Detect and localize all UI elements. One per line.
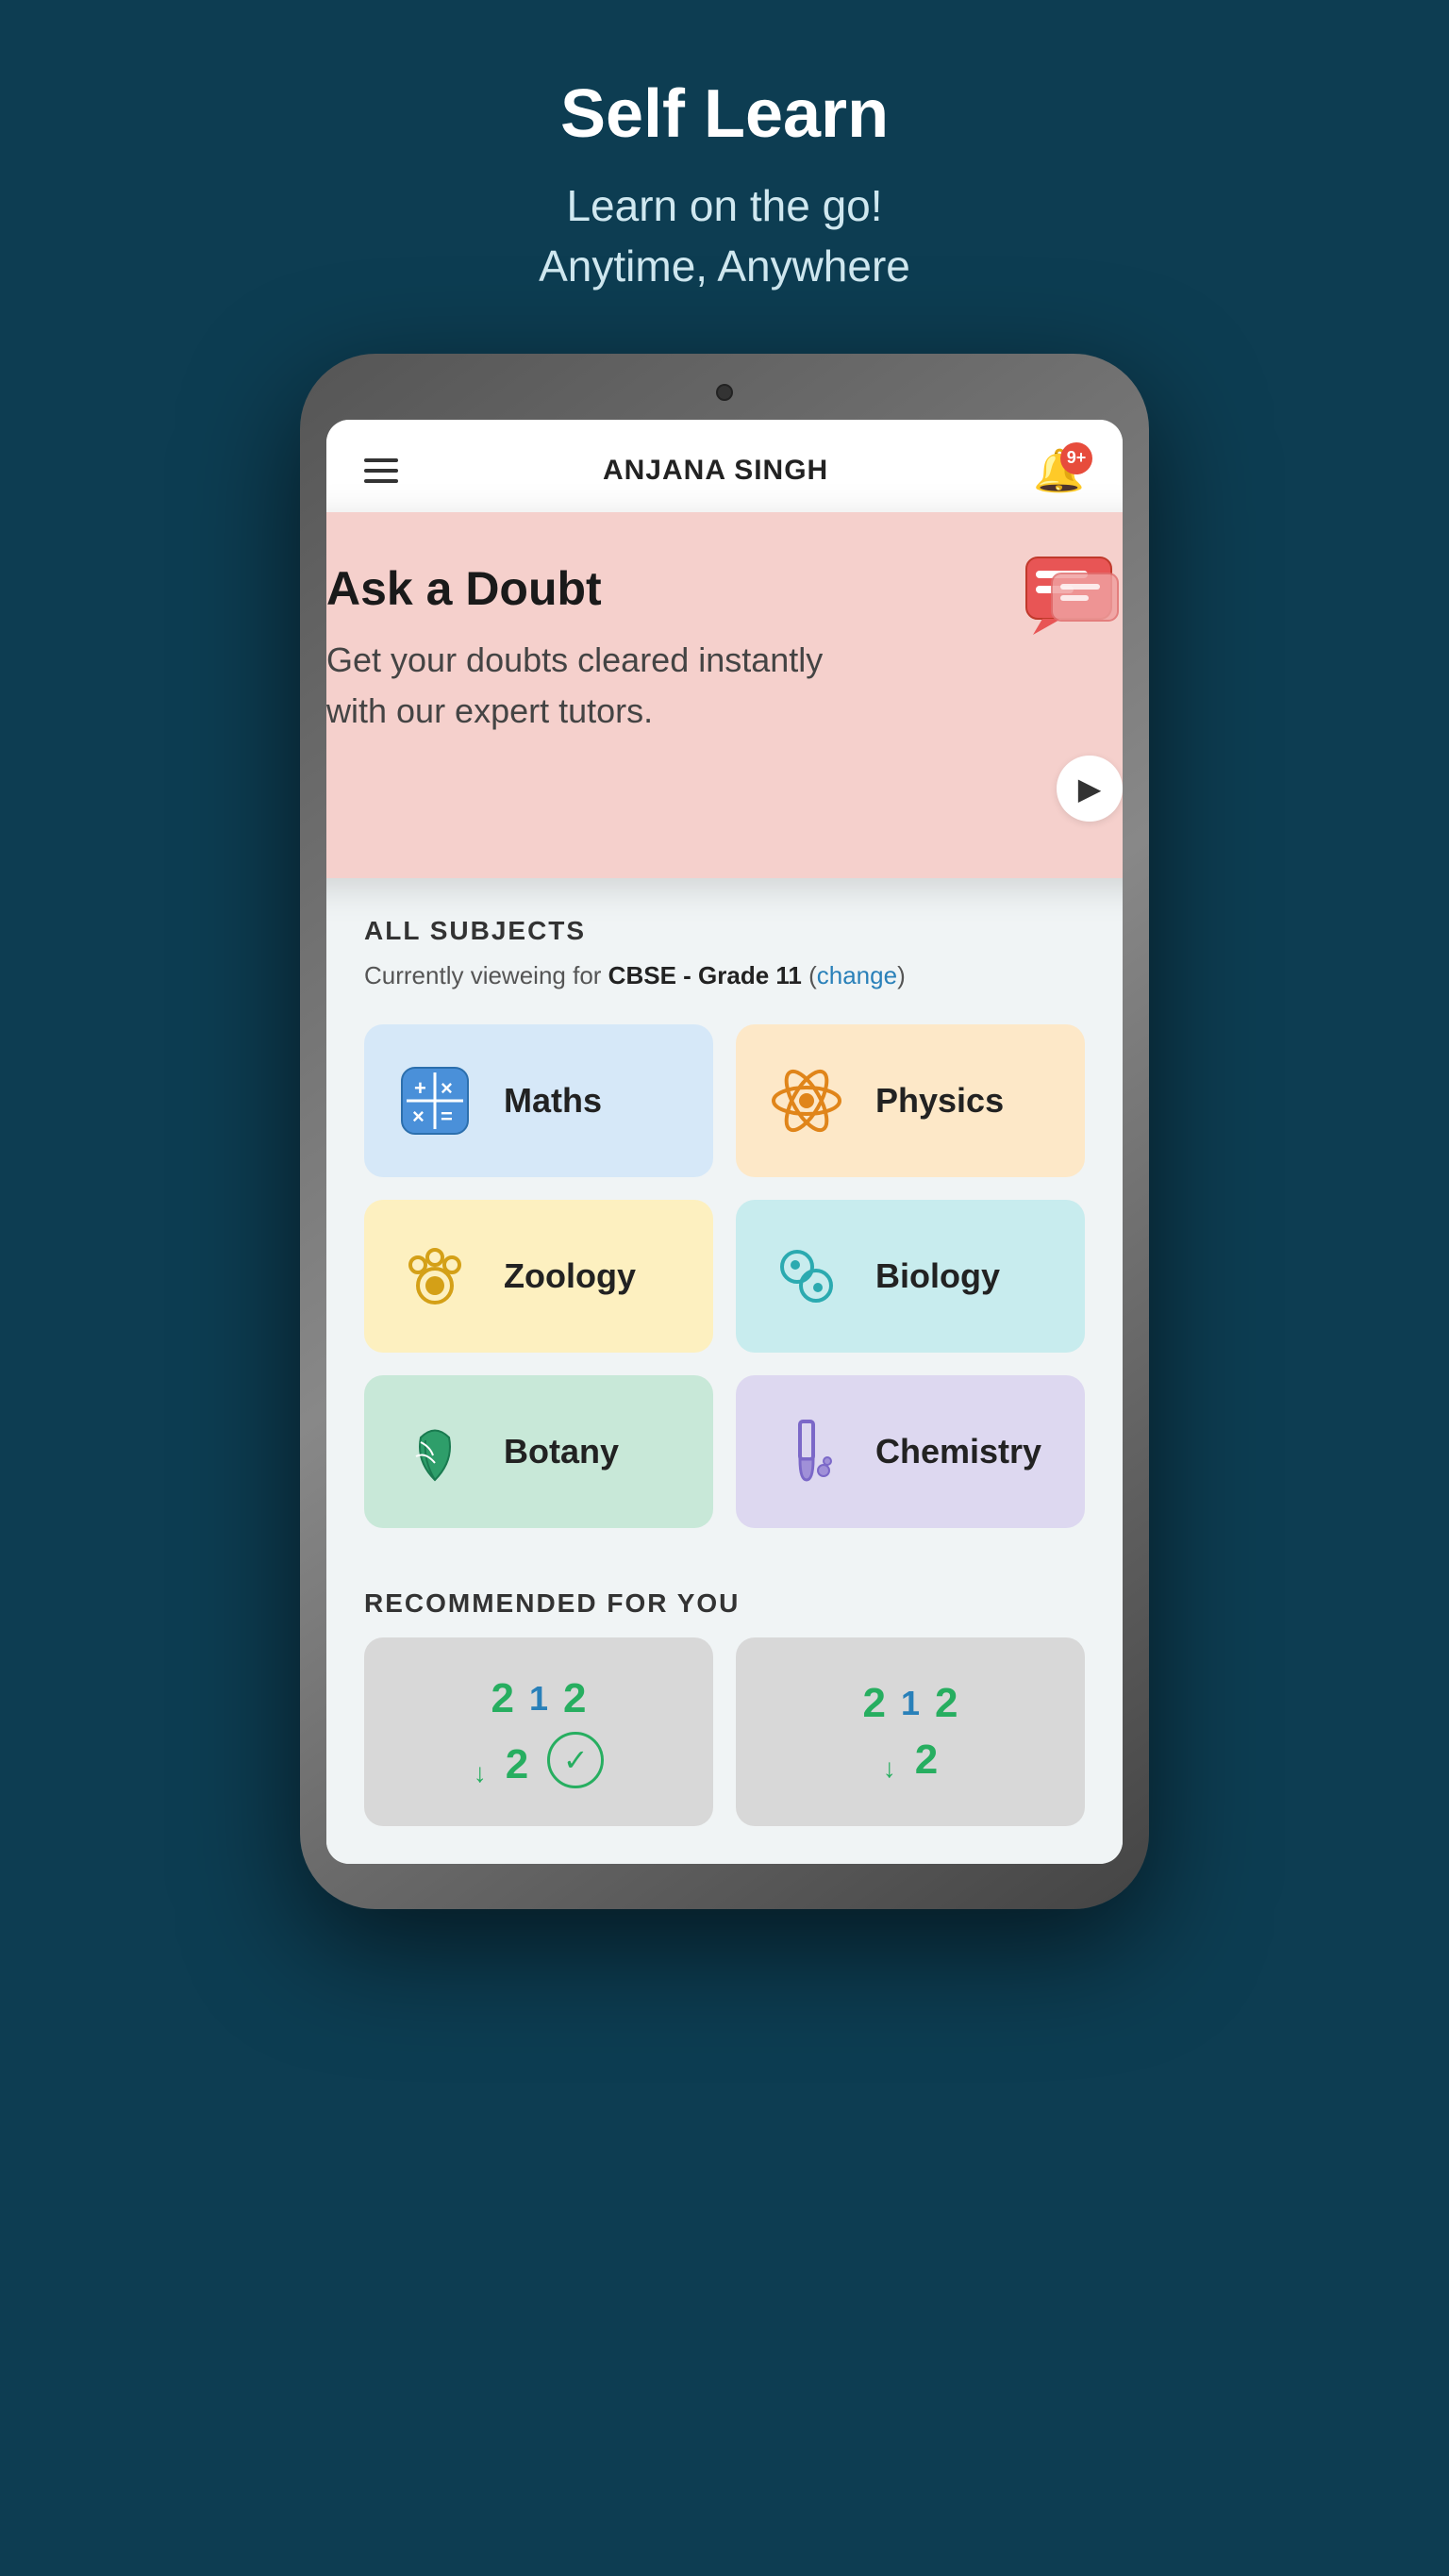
rec-sub2: 2 <box>915 1737 938 1784</box>
chemistry-label: Chemistry <box>875 1432 1041 1471</box>
biology-label: Biology <box>875 1256 1000 1296</box>
doubt-title: Ask a Doubt <box>326 561 1123 616</box>
subjects-section-title: ALL SUBJECTS <box>364 916 1085 946</box>
rec-card-1[interactable]: 2 1 2 ↓ 2 ✓ <box>364 1637 713 1826</box>
rec-row2-1: ↓ 2 ✓ <box>474 1732 604 1788</box>
doubt-arrow-button[interactable]: ▶ <box>1057 756 1123 822</box>
subject-card-botany[interactable]: Botany <box>364 1375 713 1528</box>
notification-badge: 9+ <box>1060 442 1092 474</box>
doubt-chat-icon <box>1019 550 1123 665</box>
subjects-grid: + × × = Maths <box>364 1024 1085 1528</box>
rec-numbers-1: 2 1 2 <box>491 1675 587 1722</box>
physics-icon <box>764 1058 849 1143</box>
rec-row2-2: ↓ 2 <box>883 1737 938 1784</box>
rec-arrow2: ↓ <box>883 1753 896 1784</box>
subtitle-line1: Learn on the go! <box>566 181 882 230</box>
username-label: ANJANA SINGH <box>603 455 828 487</box>
botany-label: Botany <box>504 1432 619 1471</box>
viewing-for-label: Currently vieweing for CBSE - Grade 11 (… <box>364 961 1085 990</box>
svg-text:×: × <box>441 1076 453 1100</box>
hero-title: Self Learn <box>560 75 889 153</box>
maths-icon: + × × = <box>392 1058 477 1143</box>
tablet-screen: ANJANA SINGH 🔔 9+ <box>326 420 1123 1864</box>
subject-card-physics[interactable]: Physics <box>736 1024 1085 1177</box>
subject-card-maths[interactable]: + × × = Maths <box>364 1024 713 1177</box>
doubt-description: Get your doubts cleared instantly with o… <box>326 635 884 737</box>
hero-section: Self Learn Learn on the go! Anytime, Any… <box>0 0 1449 354</box>
subject-card-biology[interactable]: Biology <box>736 1200 1085 1353</box>
subject-card-zoology[interactable]: Zoology <box>364 1200 713 1353</box>
hero-subtitle: Learn on the go! Anytime, Anywhere <box>539 175 910 297</box>
recommended-section: RECOMMENDED FOR YOU 2 1 2 ↓ 2 ✓ <box>326 1570 1123 1864</box>
rec-sub1: 2 <box>506 1741 528 1788</box>
doubt-card[interactable]: Ask a Doubt Get your doubts cleared inst… <box>326 512 1123 878</box>
svg-text:=: = <box>441 1105 453 1128</box>
rec-num-green3: 2 <box>863 1680 886 1727</box>
maths-label: Maths <box>504 1081 602 1121</box>
rec-arrow1: ↓ <box>474 1758 487 1788</box>
hamburger-menu[interactable] <box>364 458 398 483</box>
tablet-camera <box>716 384 733 401</box>
rec-numbers-2: 2 1 2 <box>863 1680 958 1727</box>
biology-icon <box>764 1234 849 1319</box>
recommended-grid: 2 1 2 ↓ 2 ✓ 2 1 2 <box>364 1637 1085 1826</box>
physics-label: Physics <box>875 1081 1004 1121</box>
rec-check-circle: ✓ <box>547 1732 604 1788</box>
rec-card-2[interactable]: 2 1 2 ↓ 2 <box>736 1637 1085 1826</box>
svg-text:×: × <box>412 1105 425 1128</box>
doubt-card-wrapper: Ask a Doubt Get your doubts cleared inst… <box>326 512 1123 878</box>
notification-button[interactable]: 🔔 9+ <box>1033 446 1085 495</box>
zoology-icon <box>392 1234 477 1319</box>
botany-icon <box>392 1409 477 1494</box>
rec-num-blue2: 1 <box>901 1684 920 1723</box>
rec-num-green2: 2 <box>563 1675 586 1722</box>
app-header: ANJANA SINGH 🔔 9+ <box>326 420 1123 522</box>
rec-num-blue: 1 <box>529 1679 548 1719</box>
subject-card-chemistry[interactable]: Chemistry <box>736 1375 1085 1528</box>
recommended-title: RECOMMENDED FOR YOU <box>364 1588 1085 1619</box>
svg-text:+: + <box>414 1076 426 1100</box>
zoology-label: Zoology <box>504 1256 636 1296</box>
tablet-frame: ANJANA SINGH 🔔 9+ <box>300 354 1149 1909</box>
rec-num-green4: 2 <box>935 1680 958 1727</box>
chemistry-icon <box>764 1409 849 1494</box>
subtitle-line2: Anytime, Anywhere <box>539 241 910 291</box>
rec-num-green: 2 <box>491 1675 514 1722</box>
change-grade-link[interactable]: change <box>817 961 897 989</box>
subjects-section: ALL SUBJECTS Currently vieweing for CBSE… <box>326 878 1123 1570</box>
